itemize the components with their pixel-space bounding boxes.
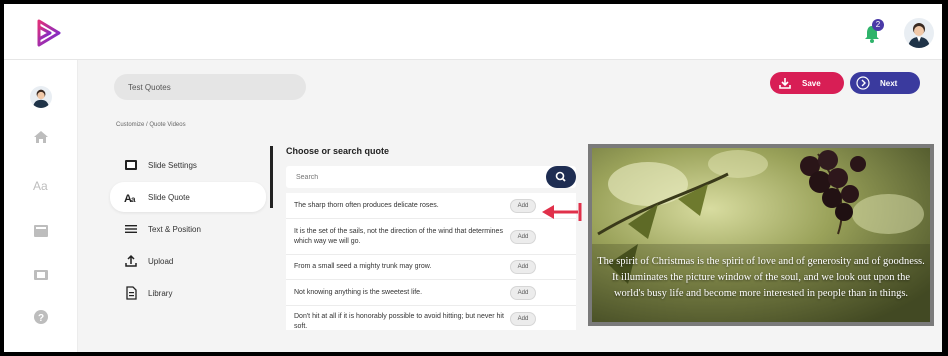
save-button-label: Save [802, 78, 821, 88]
upload-icon [125, 254, 137, 267]
breadcrumb: Customize / Quote Videos [116, 122, 186, 128]
sidebar-avatar-icon [32, 89, 50, 108]
brand-logo-icon[interactable] [34, 18, 64, 48]
quote-list[interactable]: The sharp thorn often produces delicate … [286, 193, 576, 330]
search-button[interactable] [546, 166, 576, 188]
quote-list-item[interactable]: The sharp thorn often produces delicate … [286, 193, 576, 219]
project-title-input[interactable] [114, 74, 306, 100]
quote-search [286, 166, 576, 189]
add-quote-button[interactable]: Add [510, 285, 536, 300]
svg-text:?: ? [38, 313, 44, 324]
menu-item-label: Upload [148, 256, 174, 266]
menu-item-upload[interactable]: Upload [110, 246, 266, 276]
svg-text:Aa: Aa [33, 179, 48, 193]
library-icon [126, 286, 137, 300]
svg-text:a: a [131, 195, 136, 204]
add-quote-button[interactable]: Add [510, 260, 536, 274]
quote-list-item[interactable]: It is the set of the sails, not the dire… [286, 219, 576, 255]
home-icon[interactable] [32, 128, 50, 146]
top-bar: 2 [4, 4, 942, 60]
quote-list-item[interactable]: From a small seed a mighty trunk may gro… [286, 255, 576, 280]
preview-quote-text: The spirit of Christmas is the spirit of… [597, 256, 925, 299]
next-button-label: Next [880, 78, 898, 88]
text-style-icon[interactable]: Aa [32, 176, 50, 194]
quote-list-item[interactable]: Don't hit at all if it is honorably poss… [286, 306, 576, 330]
notification-badge: 2 [872, 19, 884, 31]
add-quote-button[interactable]: Add [510, 198, 536, 213]
add-quote-button[interactable]: Add [510, 312, 536, 326]
quote-text: The sharp thorn often produces delicate … [294, 201, 439, 209]
menu-item-label: Text & Position [148, 224, 201, 234]
settings-menu: Slide Settings A a Slide Quote Text & Po… [110, 150, 266, 310]
search-icon [555, 171, 566, 182]
align-lines-icon [125, 225, 137, 233]
help-icon[interactable]: ? [32, 308, 50, 326]
quote-panel-title: Choose or search quote [286, 146, 390, 156]
quote-text: From a small seed a mighty trunk may gro… [294, 263, 432, 270]
user-avatar-icon [908, 23, 930, 48]
chevron-right-icon [856, 76, 870, 90]
next-button[interactable]: Next [850, 72, 920, 94]
slide-settings-icon [125, 160, 137, 170]
menu-item-library[interactable]: Library [110, 278, 266, 308]
quote-list-item[interactable]: Not knowing anything is the sweetest lif… [286, 280, 576, 306]
menu-item-label: Library [148, 288, 173, 298]
quote-text: Don't hit at all if it is honorably poss… [294, 313, 504, 330]
templates-icon[interactable] [32, 222, 50, 240]
app-frame: 2 Aa ? Test Quotes Save Next Customize /… [4, 4, 942, 352]
panel-divider [270, 146, 273, 208]
menu-item-slide-settings[interactable]: Slide Settings [110, 150, 266, 180]
menu-item-slide-quote[interactable]: A a Slide Quote [110, 182, 266, 212]
quote-panel: Choose or search quote The sharp thorn o… [286, 146, 576, 330]
menu-item-label: Slide Quote [148, 192, 190, 202]
quote-text: It is the set of the sails, not the dire… [294, 227, 503, 245]
quote-text: Not knowing anything is the sweetest lif… [294, 288, 423, 296]
sidebar-avatar[interactable] [30, 86, 52, 108]
save-button[interactable]: Save [770, 72, 844, 94]
search-input[interactable] [286, 166, 536, 189]
slide-preview[interactable]: The spirit of Christmas is the spirit of… [588, 144, 934, 326]
font-icon: A a [124, 193, 136, 204]
user-avatar[interactable] [904, 18, 934, 48]
menu-item-label: Slide Settings [148, 160, 197, 170]
download-icon [779, 78, 791, 89]
video-icon[interactable] [32, 266, 50, 284]
menu-item-text-position[interactable]: Text & Position [110, 214, 266, 244]
add-quote-button[interactable]: Add [510, 229, 536, 244]
sidebar: Aa ? [4, 60, 78, 352]
pointer-arrow-icon [542, 203, 582, 221]
